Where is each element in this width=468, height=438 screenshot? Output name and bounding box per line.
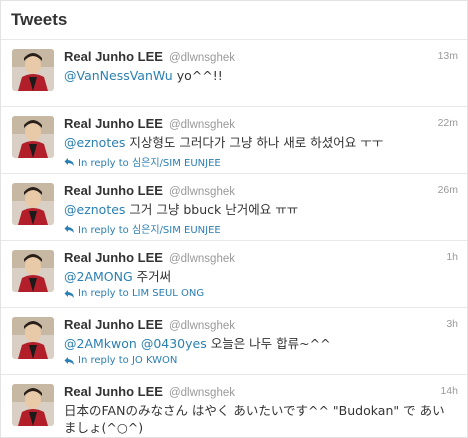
tweet-body: 日本のFANのみなさん はやく あいたいです^^ "Budokan" で あいま… <box>64 403 445 435</box>
reply-label: In reply to 심은지/SIM EUNJEE <box>78 158 221 169</box>
tweet-meta: Real Junho LEE @dlwnsghek <box>64 383 235 401</box>
tweet-timestamp[interactable]: 1h <box>446 251 458 263</box>
reply-label: In reply to LIM SEUL ONG <box>78 288 205 299</box>
author-handle[interactable]: @dlwnsghek <box>169 186 235 198</box>
tweet-timestamp[interactable]: 13m <box>438 50 458 62</box>
tweet-body: 주거써 <box>132 269 172 284</box>
author-handle[interactable]: @dlwnsghek <box>169 320 235 332</box>
tweet-item[interactable]: Real Junho LEE @dlwnsghek 1h @2AMONG 주거써 … <box>1 241 467 308</box>
avatar[interactable] <box>12 49 54 91</box>
mention-link[interactable]: @eznotes <box>64 135 125 150</box>
tweet-body: yo^^!! <box>172 68 223 83</box>
reply-arrow-icon <box>64 157 75 167</box>
avatar[interactable] <box>12 250 54 292</box>
tweet-timestamp[interactable]: 22m <box>438 117 458 129</box>
tweets-header: Tweets <box>1 1 467 40</box>
tweets-panel: Tweets Real Junho LEE @dlwnsghek 13m @Van… <box>0 0 468 438</box>
tweet-text: @2AMONG 주거써 <box>64 268 457 285</box>
reply-label: In reply to 심은지/SIM EUNJEE <box>78 225 221 236</box>
page-title: Tweets <box>11 10 68 29</box>
author-name[interactable]: Real Junho LEE <box>64 49 163 64</box>
in-reply-to-link[interactable]: In reply to JO KWON <box>64 355 177 366</box>
tweet-timestamp[interactable]: 3h <box>446 318 458 330</box>
in-reply-to-link[interactable]: In reply to 심은지/SIM EUNJEE <box>64 221 221 236</box>
tweet-text: 日本のFANのみなさん はやく あいたいです^^ "Budokan" で あいま… <box>64 402 457 436</box>
tweet-timestamp[interactable]: 26m <box>438 184 458 196</box>
mention-link[interactable]: @VanNessVanWu <box>64 68 173 83</box>
tweet-item[interactable]: Real Junho LEE @dlwnsghek 13m @VanNessVan… <box>1 40 467 107</box>
author-handle[interactable]: @dlwnsghek <box>169 52 235 64</box>
tweet-text: @eznotes 지상형도 그러다가 그냥 하나 새로 하셨어요 ㅜㅜ <box>64 134 457 151</box>
reply-arrow-icon <box>64 356 75 366</box>
mention-link[interactable]: @2AMkwon <box>64 336 137 351</box>
author-name[interactable]: Real Junho LEE <box>64 116 163 131</box>
author-name[interactable]: Real Junho LEE <box>64 250 163 265</box>
avatar[interactable] <box>12 384 54 426</box>
tweet-body: 그거 그냥 bbuck 난거에요 ㅠㅠ <box>125 202 299 217</box>
tweet-item[interactable]: Real Junho LEE @dlwnsghek 26m @eznotes 그거… <box>1 174 467 241</box>
tweet-meta: Real Junho LEE @dlwnsghek <box>64 115 235 133</box>
mention-link[interactable]: @2AMONG <box>64 269 133 284</box>
avatar[interactable] <box>12 116 54 158</box>
reply-arrow-icon <box>64 289 75 299</box>
avatar[interactable] <box>12 317 54 359</box>
tweet-body: 오늘은 나두 합류~^^ <box>206 336 331 351</box>
author-handle[interactable]: @dlwnsghek <box>169 119 235 131</box>
tweet-meta: Real Junho LEE @dlwnsghek <box>64 316 235 334</box>
author-name[interactable]: Real Junho LEE <box>64 384 163 399</box>
tweet-meta: Real Junho LEE @dlwnsghek <box>64 249 235 267</box>
author-name[interactable]: Real Junho LEE <box>64 317 163 332</box>
tweet-timestamp[interactable]: 14h <box>440 385 458 397</box>
tweet-item[interactable]: Real Junho LEE @dlwnsghek 3h @2AMkwon @04… <box>1 308 467 375</box>
author-name[interactable]: Real Junho LEE <box>64 183 163 198</box>
tweet-meta: Real Junho LEE @dlwnsghek <box>64 182 235 200</box>
reply-label: In reply to JO KWON <box>78 355 178 366</box>
reply-arrow-icon <box>64 224 75 234</box>
tweet-body: 지상형도 그러다가 그냥 하나 새로 하셨어요 ㅜㅜ <box>125 135 384 150</box>
tweet-item[interactable]: Real Junho LEE @dlwnsghek 22m @eznotes 지상… <box>1 107 467 174</box>
tweet-text: @2AMkwon @0430yes 오늘은 나두 합류~^^ <box>64 335 457 352</box>
in-reply-to-link[interactable]: In reply to LIM SEUL ONG <box>64 288 204 299</box>
tweet-item[interactable]: Real Junho LEE @dlwnsghek 14h 日本のFANのみなさん… <box>1 375 467 437</box>
author-handle[interactable]: @dlwnsghek <box>169 253 235 265</box>
tweet-text: @VanNessVanWu yo^^!! <box>64 67 457 84</box>
tweet-text: @eznotes 그거 그냥 bbuck 난거에요 ㅠㅠ <box>64 201 457 218</box>
tweet-meta: Real Junho LEE @dlwnsghek <box>64 48 235 66</box>
mention-link[interactable]: @eznotes <box>64 202 125 217</box>
mention-link[interactable]: @0430yes <box>141 336 207 351</box>
avatar[interactable] <box>12 183 54 225</box>
author-handle[interactable]: @dlwnsghek <box>169 387 235 399</box>
in-reply-to-link[interactable]: In reply to 심은지/SIM EUNJEE <box>64 154 221 169</box>
